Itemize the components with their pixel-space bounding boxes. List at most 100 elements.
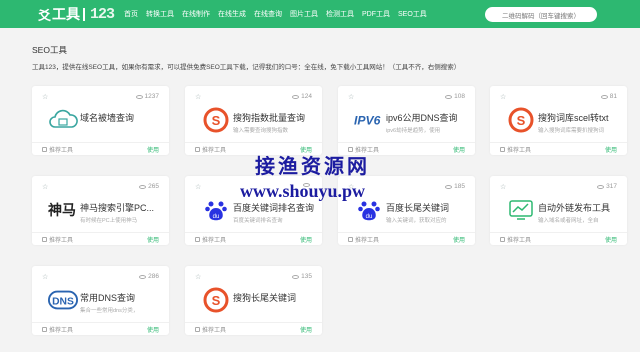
use-button[interactable]: 使用 — [300, 235, 312, 244]
tool-name[interactable]: 百度长尾关键词 — [386, 201, 472, 214]
use-button[interactable]: 使用 — [605, 235, 617, 244]
eye-icon — [445, 94, 453, 99]
tool-card[interactable]: ☆ 135 S 搜狗长尾关键词 推荐工具 使用 — [185, 266, 322, 335]
svg-text:S: S — [212, 113, 221, 128]
thumb-up-icon — [348, 237, 353, 242]
watermark: 接渔资源网 www.shouyu.pw — [240, 150, 375, 202]
recommend-tool-link[interactable]: 推荐工具 — [500, 145, 531, 154]
card-divider — [338, 232, 475, 233]
recommend-label: 推荐工具 — [355, 238, 380, 244]
logo-mark: 爻 — [38, 7, 52, 23]
favorite-star-icon[interactable]: ☆ — [500, 183, 506, 191]
nav-convert-tools[interactable]: 转换工具 — [146, 9, 174, 19]
nav-online-make[interactable]: 在线制作 — [182, 9, 210, 19]
top-header: 爻 工具 123 首页 转换工具 在线制作 在线生成 在线查询 图片工具 检测工… — [0, 0, 640, 28]
view-count: 108 — [445, 93, 465, 100]
tool-name[interactable]: 百度关键词排名查询 — [233, 201, 319, 214]
favorite-star-icon[interactable]: ☆ — [195, 93, 201, 101]
view-count-value: 108 — [454, 93, 465, 100]
tool-name[interactable]: ipv6公用DNS查询 — [386, 111, 472, 124]
tool-card[interactable]: ☆ 265 神马 神马搜索引擎PC... 有时候在PC上使用神马 推荐工具 使用 — [32, 176, 169, 245]
recommend-tool-link[interactable]: 推荐工具 — [42, 235, 73, 244]
card-divider — [32, 142, 169, 143]
tool-name[interactable]: 神马搜索引擎PC... — [80, 201, 166, 214]
use-button[interactable]: 使用 — [147, 235, 159, 244]
recommend-tool-link[interactable]: 推荐工具 — [195, 235, 226, 244]
tool-description: 百度关键词排名查询 — [233, 218, 283, 224]
tool-card[interactable]: ☆ 286 DNS 常用DNS查询 集合一些常用dns分类， 推荐工具 使用 — [32, 266, 169, 335]
recommend-tool-link[interactable]: 推荐工具 — [500, 235, 531, 244]
thumb-up-icon — [42, 237, 47, 242]
recommend-tool-link[interactable]: 推荐工具 — [42, 325, 73, 334]
card-divider — [185, 232, 322, 233]
eye-icon — [139, 274, 147, 279]
tool-name[interactable]: 常用DNS查询 — [80, 291, 166, 304]
site-logo[interactable]: 爻 工具 123 — [38, 5, 115, 23]
recommend-label: 推荐工具 — [507, 148, 532, 154]
tool-card[interactable]: ☆ 108 IPV6 ipv6公用DNS查询 ipv6劫持是趋势，使用 推荐工具… — [338, 86, 475, 155]
tool-card[interactable]: ☆ 124 S 搜狗指数批量查询 输入需要查询搜狗指数 推荐工具 使用 — [185, 86, 322, 155]
tool-description: 输入域名或者网址，全自 — [538, 218, 599, 224]
view-count: 286 — [139, 273, 159, 280]
eye-icon — [292, 94, 300, 99]
favorite-star-icon[interactable]: ☆ — [42, 183, 48, 191]
view-count: 124 — [292, 93, 312, 100]
tool-name[interactable]: 搜狗长尾关键词 — [233, 291, 319, 304]
favorite-star-icon[interactable]: ☆ — [42, 273, 48, 281]
use-button[interactable]: 使用 — [453, 145, 465, 154]
use-button[interactable]: 使用 — [147, 145, 159, 154]
eye-icon — [135, 94, 143, 99]
page-title: SEO工具 — [32, 45, 67, 55]
favorite-star-icon[interactable]: ☆ — [500, 93, 506, 101]
recommend-label: 推荐工具 — [49, 238, 74, 244]
tool-card[interactable]: ☆ 317 自动外链发布工具 输入域名或者网址，全自 推荐工具 使用 — [490, 176, 627, 245]
nav-pdf-tools[interactable]: PDF工具 — [362, 9, 390, 19]
recommend-tool-link[interactable]: 推荐工具 — [195, 145, 226, 154]
card-divider — [185, 322, 322, 323]
thumb-up-icon — [500, 147, 505, 152]
svg-text:S: S — [212, 293, 221, 308]
nav-image-tools[interactable]: 图片工具 — [290, 9, 318, 19]
tool-name[interactable]: 自动外链发布工具 — [538, 201, 624, 214]
nav-check-tools[interactable]: 检测工具 — [326, 9, 354, 19]
eye-icon — [597, 184, 605, 189]
nav-seo-tools[interactable]: SEO工具 — [398, 9, 427, 19]
eye-icon — [600, 94, 608, 99]
recommend-tool-link[interactable]: 推荐工具 — [195, 325, 226, 334]
card-divider — [490, 142, 627, 143]
nav-online-generate[interactable]: 在线生成 — [218, 9, 246, 19]
search-input[interactable]: 二维码解码（回车键搜索） — [485, 7, 597, 22]
view-count-value: 317 — [606, 183, 617, 190]
watermark-text: 接渔资源网 — [255, 156, 371, 178]
svg-text:du: du — [366, 214, 373, 220]
view-count-value: 185 — [454, 183, 465, 190]
recommend-label: 推荐工具 — [49, 328, 74, 334]
use-button[interactable]: 使用 — [147, 325, 159, 334]
svg-text:du: du — [213, 214, 220, 220]
tool-name[interactable]: 域名被墙查询 — [80, 111, 166, 124]
tool-name[interactable]: 搜狗指数批量查询 — [233, 111, 319, 124]
svg-text:S: S — [517, 113, 526, 128]
sogou-icon: S — [506, 107, 536, 133]
logo-number: 123 — [90, 5, 115, 23]
tool-card[interactable]: ☆ 81 S 搜狗词库scel转txt 输入搜狗词库需要扒搜狗词 推荐工具 使用 — [490, 86, 627, 155]
tool-card[interactable]: ☆ 1237 域名被墙查询 推荐工具 使用 — [32, 86, 169, 155]
nav-online-query[interactable]: 在线查询 — [254, 9, 282, 19]
use-button[interactable]: 使用 — [300, 325, 312, 334]
view-count: 265 — [139, 183, 159, 190]
favorite-star-icon[interactable]: ☆ — [42, 93, 48, 101]
use-button[interactable]: 使用 — [453, 235, 465, 244]
view-count: 135 — [292, 273, 312, 280]
favorite-star-icon[interactable]: ☆ — [348, 93, 354, 101]
favorite-star-icon[interactable]: ☆ — [195, 183, 201, 191]
recommend-label: 推荐工具 — [202, 238, 227, 244]
use-button[interactable]: 使用 — [605, 145, 617, 154]
recommend-tool-link[interactable]: 推荐工具 — [42, 145, 73, 154]
shenma-icon: 神马 — [48, 198, 78, 222]
favorite-star-icon[interactable]: ☆ — [195, 273, 201, 281]
tool-name[interactable]: 搜狗词库scel转txt — [538, 111, 624, 124]
nav-home[interactable]: 首页 — [124, 9, 138, 19]
card-divider — [32, 322, 169, 323]
ipv6-icon: IPV6 — [354, 108, 384, 132]
recommend-tool-link[interactable]: 推荐工具 — [348, 235, 379, 244]
